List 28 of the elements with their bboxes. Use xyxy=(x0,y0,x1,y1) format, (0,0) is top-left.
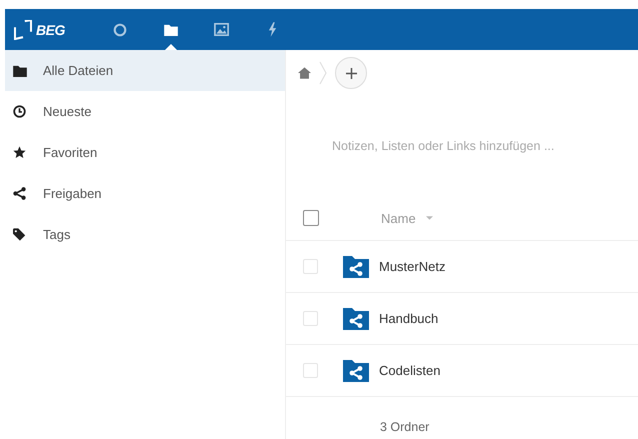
folder-icon xyxy=(164,24,178,36)
clock-icon xyxy=(13,105,26,118)
row-checkbox[interactable] xyxy=(303,259,318,274)
share-icon xyxy=(13,187,26,200)
image-icon xyxy=(214,23,229,36)
plus-icon xyxy=(346,68,356,78)
folder-icon xyxy=(13,64,27,76)
star-icon xyxy=(13,146,26,159)
sort-icon[interactable] xyxy=(426,216,433,220)
circle-icon xyxy=(112,22,126,36)
folder-name[interactable]: Handbuch xyxy=(379,311,438,326)
folder-name[interactable]: Codelisten xyxy=(379,363,440,378)
folder-name[interactable]: MusterNetz xyxy=(379,259,446,274)
shared-folder-icon xyxy=(343,360,369,382)
shared-folder-icon xyxy=(343,308,369,330)
row-checkbox[interactable] xyxy=(303,311,318,326)
add-button[interactable] xyxy=(335,57,367,89)
row-checkbox[interactable] xyxy=(303,363,318,378)
sidebar-item[interactable]: Alle Dateien xyxy=(5,50,285,91)
shared-folder-icon xyxy=(343,256,369,278)
home-icon[interactable] xyxy=(298,67,311,79)
logo-icon xyxy=(14,20,32,40)
logo-text: BEG xyxy=(36,22,65,38)
bolt-icon xyxy=(268,22,277,37)
tag-icon xyxy=(13,228,26,241)
select-all-checkbox[interactable] xyxy=(303,210,319,226)
breadcrumb-separator-icon xyxy=(319,61,327,85)
folder-count: 3 Ordner xyxy=(380,420,430,434)
